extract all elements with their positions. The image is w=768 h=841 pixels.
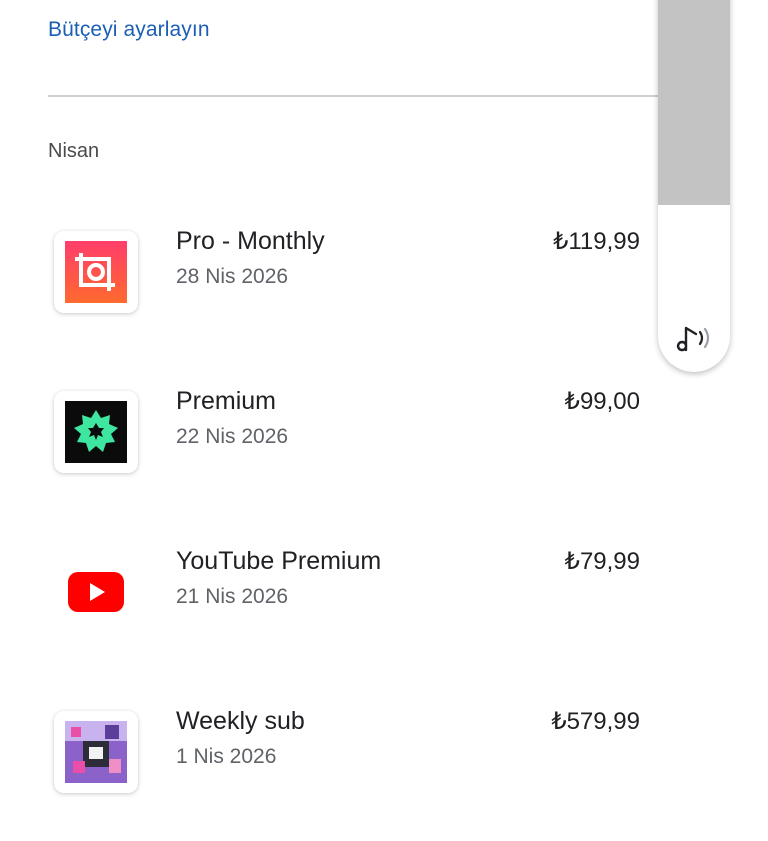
purchase-row[interactable]: Premium 22 Nis 2026 ₺99,00 [0, 387, 660, 521]
inshot-app-icon [54, 231, 138, 313]
item-date: 1 Nis 2026 [176, 745, 277, 768]
item-title: Weekly sub [176, 707, 305, 735]
item-price: ₺79,99 [564, 548, 640, 575]
set-budget-link[interactable]: Bütçeyi ayarlayın [48, 18, 210, 42]
item-date: 21 Nis 2026 [176, 585, 289, 608]
item-date: 22 Nis 2026 [176, 425, 289, 448]
item-price: ₺119,99 [553, 228, 640, 255]
item-price: ₺579,99 [551, 708, 640, 735]
purchase-row[interactable]: Weekly sub 1 Nis 2026 ₺579,99 [0, 707, 660, 841]
game-app-icon [54, 711, 138, 793]
volume-level [658, 0, 730, 205]
month-header: Nisan [48, 140, 100, 162]
youtube-icon [54, 551, 138, 633]
item-date: 28 Nis 2026 [176, 265, 289, 288]
item-title: Premium [176, 387, 277, 415]
music-note-icon[interactable] [674, 320, 716, 356]
purchase-row[interactable]: YouTube Premium 21 Nis 2026 ₺79,99 [0, 547, 660, 681]
purchase-row[interactable]: Pro - Monthly 28 Nis 2026 ₺119,99 [0, 227, 660, 361]
item-price: ₺99,00 [564, 388, 640, 415]
volume-slider[interactable] [658, 0, 730, 372]
item-title: Pro - Monthly [176, 227, 325, 255]
divider [48, 95, 658, 97]
item-title: YouTube Premium [176, 547, 382, 575]
star-badge-app-icon [54, 391, 138, 473]
